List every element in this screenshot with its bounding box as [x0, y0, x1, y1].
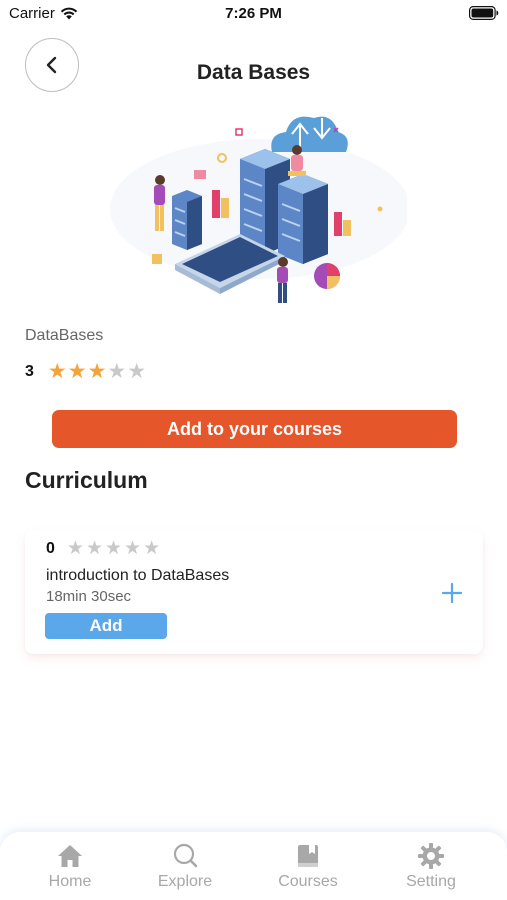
curriculum-title: Curriculum [25, 467, 148, 493]
star-icon: ★ [47, 360, 67, 383]
search-icon [173, 843, 198, 868]
lesson-duration: 18min 30sec [46, 588, 132, 605]
plus-icon[interactable] [441, 582, 463, 604]
lesson-title: introduction to DataBases [46, 567, 230, 584]
book-icon [298, 845, 318, 867]
course-name: DataBases [25, 327, 104, 344]
star-icon: ★ [67, 360, 87, 383]
lesson-card: 0 ★ ★ ★ ★ ★ introduction to DataBases 18… [25, 530, 483, 654]
star-rating: ★ ★ ★ ★ ★ [48, 361, 146, 382]
tab-home-label: Home [48, 873, 92, 890]
tab-explore-label: Explore [157, 873, 213, 890]
tab-courses-label: Courses [278, 873, 338, 890]
person-figure [277, 257, 288, 303]
status-bar: Carrier 7:26 PM [0, 0, 507, 30]
bottom-tab-bar: Home Explore Courses Setting [0, 832, 507, 900]
tab-courses[interactable]: Courses [263, 842, 353, 891]
star-icon: ★ [105, 538, 123, 559]
cloud-icon [271, 116, 348, 152]
star-icon: ★ [127, 360, 147, 383]
star-rating: ★ ★ ★ ★ ★ [67, 539, 160, 558]
gear-icon [418, 843, 444, 869]
lesson-rating: 0 ★ ★ ★ ★ ★ [46, 539, 160, 558]
star-icon: ★ [124, 538, 142, 559]
course-illustration [110, 116, 407, 303]
star-icon: ★ [66, 538, 84, 559]
battery-icon [469, 6, 499, 20]
lesson-rating-value: 0 [46, 539, 55, 557]
tab-home[interactable]: Home [25, 842, 115, 891]
star-icon: ★ [107, 360, 127, 383]
star-icon: ★ [85, 538, 103, 559]
rating-value: 3 [25, 362, 34, 380]
tab-setting[interactable]: Setting [386, 842, 476, 891]
server-rack [172, 190, 202, 250]
star-icon: ★ [143, 538, 161, 559]
tab-setting-label: Setting [406, 873, 456, 890]
tab-explore[interactable]: Explore [140, 842, 230, 891]
add-to-courses-button[interactable]: Add to your courses [52, 410, 457, 448]
home-icon [58, 845, 82, 867]
status-time: 7:26 PM [225, 5, 282, 22]
page-title: Data Bases [196, 61, 311, 84]
star-icon: ★ [87, 360, 107, 383]
course-rating: 3 ★ ★ ★ ★ ★ [25, 361, 146, 382]
lesson-add-button[interactable]: Add [45, 613, 167, 639]
server-rack [278, 174, 328, 264]
